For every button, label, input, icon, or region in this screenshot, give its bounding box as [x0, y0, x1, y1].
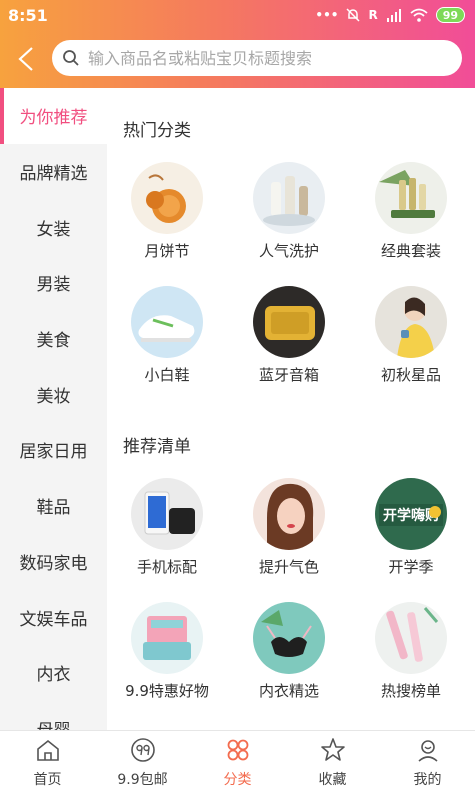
- personal-care-image: [253, 162, 325, 234]
- status-icons: ••• R 99: [315, 7, 465, 23]
- sidebar-item-home[interactable]: 居家日用: [0, 422, 107, 478]
- nav-label: 首页: [33, 772, 62, 788]
- category-phone-essentials[interactable]: 手机标配: [112, 478, 222, 577]
- sidebar-item-label: 美妆: [36, 386, 71, 407]
- bottom-nav: 首页 9.9包邮 分类 收藏 我的: [0, 730, 475, 792]
- sidebar-item-shoes[interactable]: 鞋品: [0, 478, 107, 534]
- nav-label: 我的: [413, 772, 442, 788]
- section-title-recommend-list: 推荐清单: [123, 437, 191, 457]
- sidebar-item-label: 文娱车品: [19, 609, 88, 630]
- category-label: 热搜榜单: [380, 682, 441, 700]
- sidebar-item-label: 男装: [36, 275, 71, 296]
- nav-profile[interactable]: 我的: [380, 731, 475, 792]
- sidebar-item-entertainment[interactable]: 文娱车品: [0, 589, 107, 645]
- trending-image: [375, 602, 447, 674]
- sidebar-item-label: 为你推荐: [19, 108, 88, 129]
- sidebar-item-label: 内衣: [36, 665, 71, 686]
- category-complexion[interactable]: 提升气色: [234, 478, 344, 577]
- category-underwear-picks[interactable]: 内衣精选: [234, 602, 344, 701]
- category-early-autumn[interactable]: 初秋星品: [356, 286, 466, 385]
- status-bar: 8:51 ••• R 99: [0, 0, 475, 30]
- deals-image: [131, 602, 203, 674]
- sidebar-item-women[interactable]: 女装: [0, 199, 107, 255]
- classic-set-image: [375, 162, 447, 234]
- back-arrow-icon[interactable]: [12, 44, 42, 74]
- sidebar-item-label: 居家日用: [19, 442, 88, 463]
- category-label: 蓝牙音箱: [258, 366, 319, 384]
- nav-home[interactable]: 首页: [0, 731, 95, 792]
- category-label: 手机标配: [136, 558, 197, 576]
- signal-icon: [386, 9, 401, 22]
- ninety-nine-icon: [130, 738, 155, 762]
- category-label: 经典套装: [380, 242, 441, 260]
- back-to-school-image: 开学嗨购: [375, 478, 447, 550]
- sidebar-item-beauty[interactable]: 美妆: [0, 366, 107, 422]
- category-trending[interactable]: 热搜榜单: [356, 602, 466, 701]
- signal-label: R: [368, 8, 378, 22]
- category-back-to-school[interactable]: 开学嗨购 开学季: [356, 478, 466, 577]
- sidebar-item-brands[interactable]: 品牌精选: [0, 144, 107, 200]
- white-sneakers-image: [131, 286, 203, 358]
- nav-favorites[interactable]: 收藏: [285, 731, 380, 792]
- nav-label: 分类: [223, 772, 252, 788]
- sidebar-item-digital[interactable]: 数码家电: [0, 534, 107, 590]
- category-bluetooth-speaker[interactable]: 蓝牙音箱: [234, 286, 344, 385]
- wifi-icon: [410, 8, 428, 22]
- category-sidebar: 为你推荐 品牌精选 女装 男装 美食 美妆 居家日用 鞋品 数码家电 文娱车品 …: [0, 88, 107, 730]
- underwear-picks-image: [253, 602, 325, 674]
- category-label: 提升气色: [258, 558, 319, 576]
- sidebar-item-label: 品牌精选: [19, 164, 88, 185]
- header: 8:51 ••• R 99: [0, 0, 475, 88]
- category-mooncake[interactable]: 月饼节: [112, 162, 222, 261]
- category-label: 9.9特惠好物: [125, 682, 209, 700]
- nav-label: 9.9包邮: [117, 772, 168, 788]
- category-classic-set[interactable]: 经典套装: [356, 162, 466, 261]
- mute-bell-icon: [346, 8, 360, 22]
- search-input[interactable]: [88, 48, 428, 68]
- section-title-hot: 热门分类: [123, 121, 191, 141]
- sidebar-item-underwear[interactable]: 内衣: [0, 645, 107, 701]
- sidebar-item-food[interactable]: 美食: [0, 311, 107, 367]
- sidebar-item-label: 女装: [36, 219, 71, 240]
- user-icon: [417, 740, 438, 762]
- category-label: 月饼节: [144, 242, 190, 260]
- sidebar-item-baby[interactable]: 母婴: [0, 701, 107, 730]
- category-personal-care[interactable]: 人气洗护: [234, 162, 344, 261]
- search-icon: [63, 50, 79, 66]
- category-9-9-deals[interactable]: 9.9特惠好物: [112, 602, 222, 701]
- mooncake-image: [131, 162, 203, 234]
- home-icon: [36, 739, 59, 761]
- complexion-image: [253, 478, 325, 550]
- sidebar-item-recommend[interactable]: 为你推荐: [0, 88, 107, 144]
- bluetooth-speaker-image: [253, 286, 325, 358]
- early-autumn-image: [375, 286, 447, 358]
- sidebar-item-label: 美食: [36, 331, 71, 352]
- phone-essentials-image: [131, 478, 203, 550]
- category-label: 人气洗护: [258, 242, 319, 260]
- nav-category[interactable]: 分类: [190, 731, 285, 792]
- sidebar-item-label: 数码家电: [19, 553, 88, 574]
- nav-label: 收藏: [318, 772, 347, 788]
- star-icon: [320, 738, 345, 761]
- category-icon: [227, 739, 248, 761]
- sidebar-item-label: 鞋品: [36, 498, 71, 519]
- search-box[interactable]: [52, 40, 462, 76]
- category-content: 热门分类 月饼节 人气洗护 经典套装 小白鞋 蓝牙音箱 初秋星品 推荐清单 手机…: [107, 88, 475, 730]
- category-label: 初秋星品: [380, 366, 441, 384]
- more-dots-icon: •••: [315, 8, 339, 22]
- battery-badge: 99: [435, 7, 465, 23]
- nav-9-9-free-shipping[interactable]: 9.9包邮: [95, 731, 190, 792]
- status-time: 8:51: [8, 6, 48, 25]
- category-label: 开学季: [388, 558, 434, 576]
- category-label: 小白鞋: [144, 366, 190, 384]
- sidebar-item-label: 母婴: [37, 716, 71, 730]
- category-label: 内衣精选: [258, 682, 319, 700]
- sidebar-item-men[interactable]: 男装: [0, 255, 107, 311]
- category-white-sneakers[interactable]: 小白鞋: [112, 286, 222, 385]
